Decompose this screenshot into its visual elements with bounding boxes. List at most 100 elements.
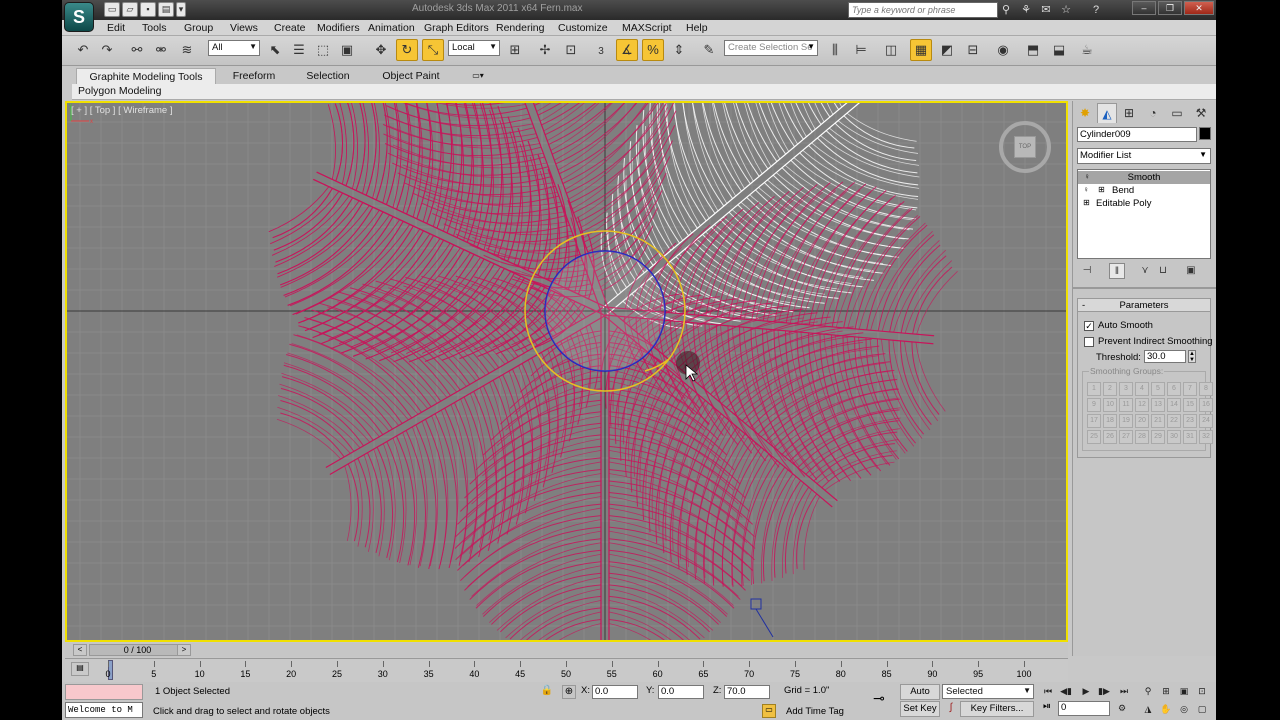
top-viewport[interactable]: [ + ] [ Top ] [ Wireframe ] TOP y x <box>65 101 1068 642</box>
key-mode-toggle-icon[interactable]: ⏯ <box>1040 701 1054 715</box>
restore-button[interactable]: ❐ <box>1158 1 1182 15</box>
project-folder-icon[interactable]: ▤ <box>158 2 174 17</box>
angle-snap-icon[interactable]: ∡ <box>616 39 638 61</box>
time-configuration-icon[interactable]: ⚙ <box>1114 701 1130 715</box>
minimize-button[interactable]: – <box>1132 1 1156 15</box>
scale-icon[interactable]: ⤡ <box>422 39 444 61</box>
redo-icon[interactable]: ↷ <box>96 39 118 61</box>
smoothing-group-button[interactable]: 28 <box>1135 430 1149 444</box>
smoothing-group-button[interactable]: 13 <box>1151 398 1165 412</box>
create-tab-icon[interactable]: ✸ <box>1075 103 1095 123</box>
lock-selection-icon[interactable]: 🔒 <box>540 685 554 699</box>
pin-stack-icon[interactable]: ⊣ <box>1079 263 1095 279</box>
track-bar[interactable]: ▤ 0 5 10 15 20 25 30 35 40 45 50 55 60 65 70 75 80 85 90 95… <box>65 658 1068 682</box>
smoothing-group-button[interactable]: 26 <box>1103 430 1117 444</box>
rendered-frame-window-icon[interactable]: ⬓ <box>1048 39 1070 61</box>
smoothing-group-button[interactable]: 20 <box>1135 414 1149 428</box>
lightbulb-icon[interactable]: ♀ <box>1083 173 1091 181</box>
smoothing-group-button[interactable]: 1 <box>1087 382 1101 396</box>
smoothing-group-button[interactable]: 6 <box>1167 382 1181 396</box>
z-coordinate-field[interactable]: 70.0 <box>724 685 770 699</box>
remove-modifier-icon[interactable]: ⊔ <box>1155 263 1171 279</box>
configure-modifier-sets-icon[interactable]: ▣ <box>1183 263 1199 279</box>
menu-animation[interactable]: Animation <box>368 22 415 34</box>
key-filters-button[interactable]: Key Filters... <box>960 701 1034 717</box>
modify-tab-icon[interactable]: ◭ <box>1097 103 1117 123</box>
previous-frame-icon[interactable]: ◀▮ <box>1058 684 1074 698</box>
menu-views[interactable]: Views <box>230 22 258 34</box>
open-file-icon[interactable]: ▱ <box>122 2 138 17</box>
set-key-mode-icon[interactable]: ⊸ <box>868 690 890 706</box>
spinner-snap-icon[interactable]: ⇕ <box>668 39 690 61</box>
smoothing-group-button[interactable]: 24 <box>1199 414 1213 428</box>
default-tangent-icon[interactable]: ∫ <box>944 702 958 716</box>
smoothing-group-button[interactable]: 25 <box>1087 430 1101 444</box>
render-production-icon[interactable]: ☕ <box>1076 39 1098 61</box>
set-key-button[interactable]: Set Key <box>900 701 940 717</box>
unlink-icon[interactable]: ⚮ <box>150 39 172 61</box>
smoothing-group-button[interactable]: 32 <box>1199 430 1213 444</box>
bind-space-warp-icon[interactable]: ≋ <box>176 39 198 61</box>
selection-region-icon[interactable]: ⬚ <box>312 39 334 61</box>
current-frame-field[interactable]: 0 <box>1058 701 1110 716</box>
time-slider-thumb[interactable]: 0 / 100 <box>89 644 184 656</box>
make-unique-icon[interactable]: ⋎ <box>1137 263 1153 279</box>
maxscript-mini-listener[interactable]: Welcome to M <box>65 702 143 718</box>
menu-customize[interactable]: Customize <box>558 22 608 34</box>
menu-group[interactable]: Group <box>184 22 213 34</box>
viewcube-top-face[interactable]: TOP <box>1014 136 1036 158</box>
ribbon-options-dropdown-icon[interactable]: ▭▾ <box>470 68 486 84</box>
favorites-icon[interactable]: ☆ <box>1058 2 1074 18</box>
schematic-view-icon[interactable]: ⊟ <box>962 39 984 61</box>
viewcube[interactable]: TOP <box>999 121 1051 173</box>
select-link-icon[interactable]: ⚯ <box>126 39 148 61</box>
viewport-canvas[interactable] <box>67 103 1066 640</box>
graphite-toggle-icon[interactable]: ▦ <box>910 39 932 61</box>
smoothing-group-button[interactable]: 16 <box>1199 398 1213 412</box>
selection-filter-dropdown[interactable]: All ▼ <box>208 40 260 56</box>
modifier-list-dropdown[interactable]: Modifier List ▼ <box>1077 148 1211 164</box>
move-icon[interactable]: ✥ <box>370 39 392 61</box>
menu-modifiers[interactable]: Modifiers <box>317 22 360 34</box>
close-button[interactable]: ✕ <box>1184 1 1214 15</box>
play-icon[interactable]: ▶ <box>1078 684 1094 698</box>
utilities-tab-icon[interactable]: ⚒ <box>1191 103 1211 123</box>
y-coordinate-field[interactable]: 0.0 <box>658 685 704 699</box>
curve-editor-icon[interactable]: ◩ <box>936 39 958 61</box>
tab-selection[interactable]: Selection <box>298 68 358 84</box>
menu-graph-editors[interactable]: Graph Editors <box>424 22 489 34</box>
prevent-indirect-checkbox[interactable] <box>1084 337 1094 347</box>
polygon-modeling-panel[interactable]: Polygon Modeling <box>78 85 161 97</box>
help-icon[interactable]: ? <box>1088 2 1104 18</box>
x-coordinate-field[interactable]: 0.0 <box>592 685 638 699</box>
new-file-icon[interactable]: ▭ <box>104 2 120 17</box>
maximize-viewport-icon[interactable]: ▢ <box>1194 702 1210 716</box>
menu-help[interactable]: Help <box>686 22 708 34</box>
edit-named-selection-icon[interactable]: ✎ <box>698 39 720 61</box>
motion-tab-icon[interactable]: ◔ <box>1143 103 1163 123</box>
absolute-mode-icon[interactable]: ⊕ <box>562 685 576 699</box>
smoothing-group-button[interactable]: 2 <box>1103 382 1117 396</box>
search-input[interactable]: Type a keyword or phrase <box>848 2 998 18</box>
zoom-extents-all-icon[interactable]: ⊡ <box>1194 684 1210 698</box>
menu-maxscript[interactable]: MAXScript <box>622 22 672 34</box>
go-to-start-icon[interactable]: ⏮ <box>1040 684 1056 698</box>
stack-item-editable-poly[interactable]: ⊞ Editable Poly <box>1078 197 1210 210</box>
parameters-rollout-header[interactable]: - Parameters <box>1078 299 1210 312</box>
keyboard-shortcut-override-icon[interactable]: ⊡ <box>560 39 582 61</box>
select-object-icon[interactable]: ⬉ <box>264 39 286 61</box>
smoothing-group-button[interactable]: 4 <box>1135 382 1149 396</box>
smoothing-group-button[interactable]: 19 <box>1119 414 1133 428</box>
application-logo-button[interactable]: S <box>64 2 94 32</box>
smoothing-group-button[interactable]: 5 <box>1151 382 1165 396</box>
smoothing-group-button[interactable]: 21 <box>1151 414 1165 428</box>
material-editor-icon[interactable]: ◉ <box>992 39 1014 61</box>
object-name-field[interactable]: Cylinder009 <box>1077 127 1197 142</box>
key-mode-dropdown[interactable]: Selected ▼ <box>942 684 1034 699</box>
mini-curve-editor-icon[interactable]: ▤ <box>71 662 89 676</box>
tab-graphite-modeling-tools[interactable]: Graphite Modeling Tools <box>76 68 216 84</box>
menu-tools[interactable]: Tools <box>142 22 167 34</box>
menu-create[interactable]: Create <box>274 22 306 34</box>
smoothing-group-button[interactable]: 10 <box>1103 398 1117 412</box>
time-slider-prev-icon[interactable]: < <box>73 644 87 656</box>
